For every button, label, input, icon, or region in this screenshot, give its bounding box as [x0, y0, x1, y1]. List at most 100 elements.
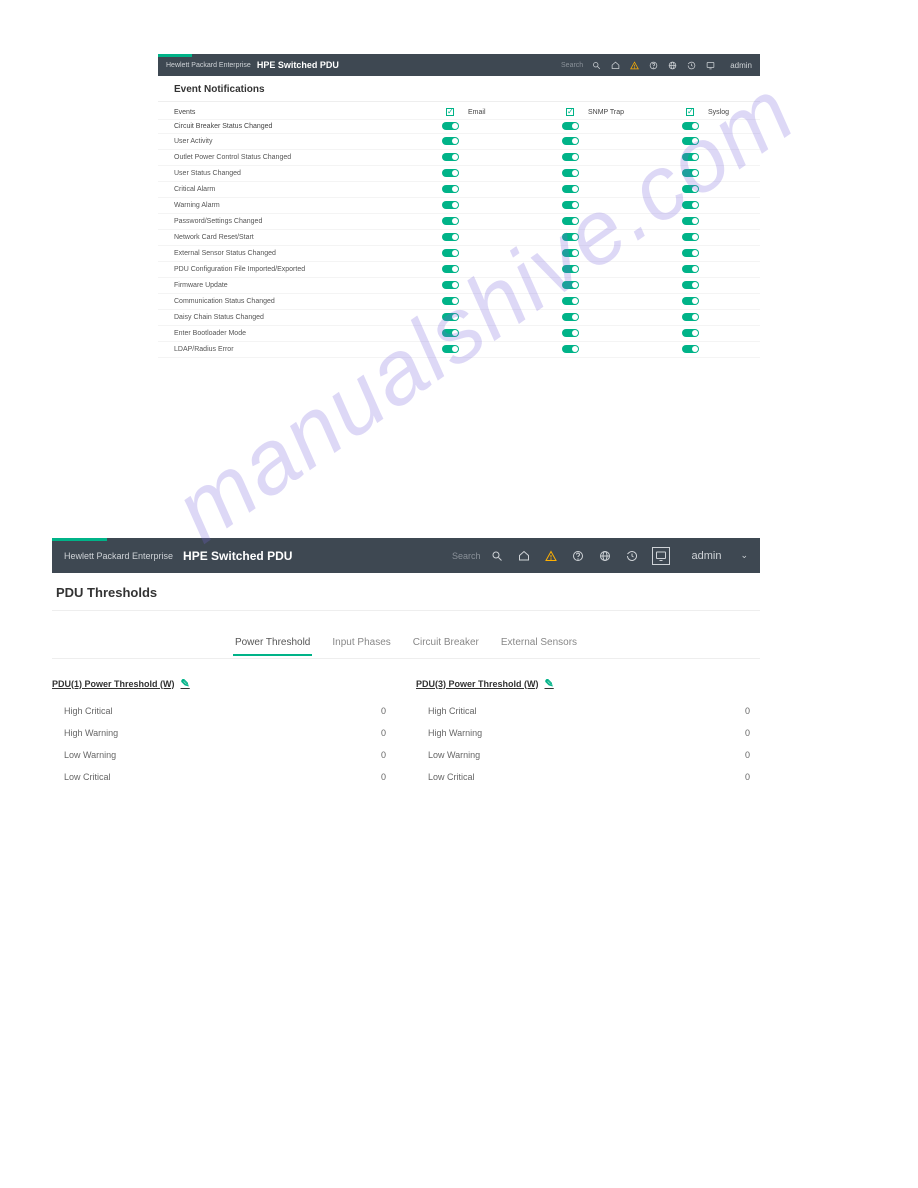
toggle-syslog[interactable] [682, 249, 699, 257]
notification-row: External Sensor Status Changed [158, 246, 760, 262]
notification-row: Outlet Power Control Status Changed [158, 150, 760, 166]
tab-external-sensors[interactable]: External Sensors [499, 633, 579, 656]
toggle-snmp[interactable] [562, 137, 579, 145]
tab-power-threshold[interactable]: Power Threshold [233, 633, 312, 656]
help-icon[interactable] [571, 549, 585, 563]
toggle-snmp[interactable] [562, 153, 579, 161]
col-header-events: Events [158, 109, 440, 116]
notification-row: Enter Bootloader Mode [158, 326, 760, 342]
toggle-snmp[interactable] [562, 185, 579, 193]
toggle-syslog[interactable] [682, 265, 699, 273]
event-label: Communication Status Changed [158, 298, 440, 305]
toggle-syslog[interactable] [682, 122, 699, 130]
toggle-email[interactable] [442, 122, 459, 130]
home-icon[interactable] [610, 60, 620, 70]
checkbox-syslog-all[interactable] [686, 108, 694, 116]
toggle-email[interactable] [442, 153, 459, 161]
event-label: PDU Configuration File Imported/Exported [158, 266, 440, 273]
toggle-snmp[interactable] [562, 345, 579, 353]
globe-icon[interactable] [667, 60, 677, 70]
edit-icon[interactable]: ✎ [545, 677, 554, 690]
toggle-syslog[interactable] [682, 185, 699, 193]
product-title: HPE Switched PDU [257, 60, 339, 70]
search-placeholder[interactable]: Search [452, 551, 481, 561]
event-label: Critical Alarm [158, 186, 440, 193]
toggle-syslog[interactable] [682, 169, 699, 177]
globe-icon[interactable] [598, 549, 612, 563]
event-label: User Status Changed [158, 170, 440, 177]
toggle-email[interactable] [442, 201, 459, 209]
toggle-email[interactable] [442, 217, 459, 225]
threshold-label: Low Warning [64, 750, 116, 760]
user-label[interactable]: admin [730, 61, 752, 70]
event-label: Circuit Breaker Status Changed [158, 123, 440, 130]
threshold-value: 0 [745, 706, 750, 716]
history-icon[interactable] [625, 549, 639, 563]
home-icon[interactable] [517, 549, 531, 563]
toggle-syslog[interactable] [682, 153, 699, 161]
toggle-syslog[interactable] [682, 281, 699, 289]
threshold-label: Low Critical [428, 772, 475, 782]
toggle-email[interactable] [442, 281, 459, 289]
toggle-email[interactable] [442, 265, 459, 273]
toggle-snmp[interactable] [562, 233, 579, 241]
help-icon[interactable] [648, 60, 658, 70]
toggle-syslog[interactable] [682, 345, 699, 353]
toggle-syslog[interactable] [682, 329, 699, 337]
toggle-snmp[interactable] [562, 329, 579, 337]
toggle-email[interactable] [442, 249, 459, 257]
monitor-icon[interactable] [705, 60, 715, 70]
toggle-email[interactable] [442, 297, 459, 305]
threshold-label: Low Warning [428, 750, 480, 760]
event-label: Password/Settings Changed [158, 218, 440, 225]
event-label: External Sensor Status Changed [158, 250, 440, 257]
toggle-syslog[interactable] [682, 297, 699, 305]
pdu1-thresholds: PDU(1) Power Threshold (W) ✎ High Critic… [52, 677, 396, 788]
monitor-icon[interactable] [652, 547, 670, 565]
toggle-syslog[interactable] [682, 313, 699, 321]
search-placeholder[interactable]: Search [561, 62, 583, 69]
toggle-syslog[interactable] [682, 233, 699, 241]
toggle-email[interactable] [442, 185, 459, 193]
user-label[interactable]: admin [691, 550, 721, 562]
edit-icon[interactable]: ✎ [181, 677, 190, 690]
search-icon[interactable] [490, 549, 504, 563]
notification-row: User Activity [158, 134, 760, 150]
toggle-snmp[interactable] [562, 217, 579, 225]
toggle-email[interactable] [442, 329, 459, 337]
thresholds-panel: PDU(1) Power Threshold (W) ✎ High Critic… [52, 677, 760, 788]
toggle-syslog[interactable] [682, 137, 699, 145]
notification-row: Daisy Chain Status Changed [158, 310, 760, 326]
toggle-email[interactable] [442, 313, 459, 321]
chevron-down-icon[interactable]: ⌄ [740, 550, 748, 561]
event-label: LDAP/Radius Error [158, 346, 440, 353]
toggle-snmp[interactable] [562, 122, 579, 130]
toggle-snmp[interactable] [562, 297, 579, 305]
threshold-row: Low Critical0 [416, 766, 760, 788]
toggle-snmp[interactable] [562, 281, 579, 289]
event-label: Network Card Reset/Start [158, 234, 440, 241]
toggle-email[interactable] [442, 169, 459, 177]
toggle-snmp[interactable] [562, 169, 579, 177]
toggle-snmp[interactable] [562, 265, 579, 273]
toggle-syslog[interactable] [682, 201, 699, 209]
tab-input-phases[interactable]: Input Phases [330, 633, 392, 656]
notification-row: Network Card Reset/Start [158, 230, 760, 246]
toggle-email[interactable] [442, 233, 459, 241]
checkbox-email-all[interactable] [446, 108, 454, 116]
col-header-snmp: SNMP Trap [580, 109, 680, 116]
toggle-snmp[interactable] [562, 201, 579, 209]
alert-icon[interactable] [629, 60, 639, 70]
threshold-value: 0 [381, 706, 386, 716]
toggle-snmp[interactable] [562, 313, 579, 321]
toggle-email[interactable] [442, 137, 459, 145]
toggle-syslog[interactable] [682, 217, 699, 225]
toggle-snmp[interactable] [562, 249, 579, 257]
tab-circuit-breaker[interactable]: Circuit Breaker [411, 633, 481, 656]
toggle-email[interactable] [442, 345, 459, 353]
alert-icon[interactable] [544, 549, 558, 563]
checkbox-snmp-all[interactable] [566, 108, 574, 116]
notification-row: LDAP/Radius Error [158, 342, 760, 358]
search-icon[interactable] [591, 60, 601, 70]
history-icon[interactable] [686, 60, 696, 70]
